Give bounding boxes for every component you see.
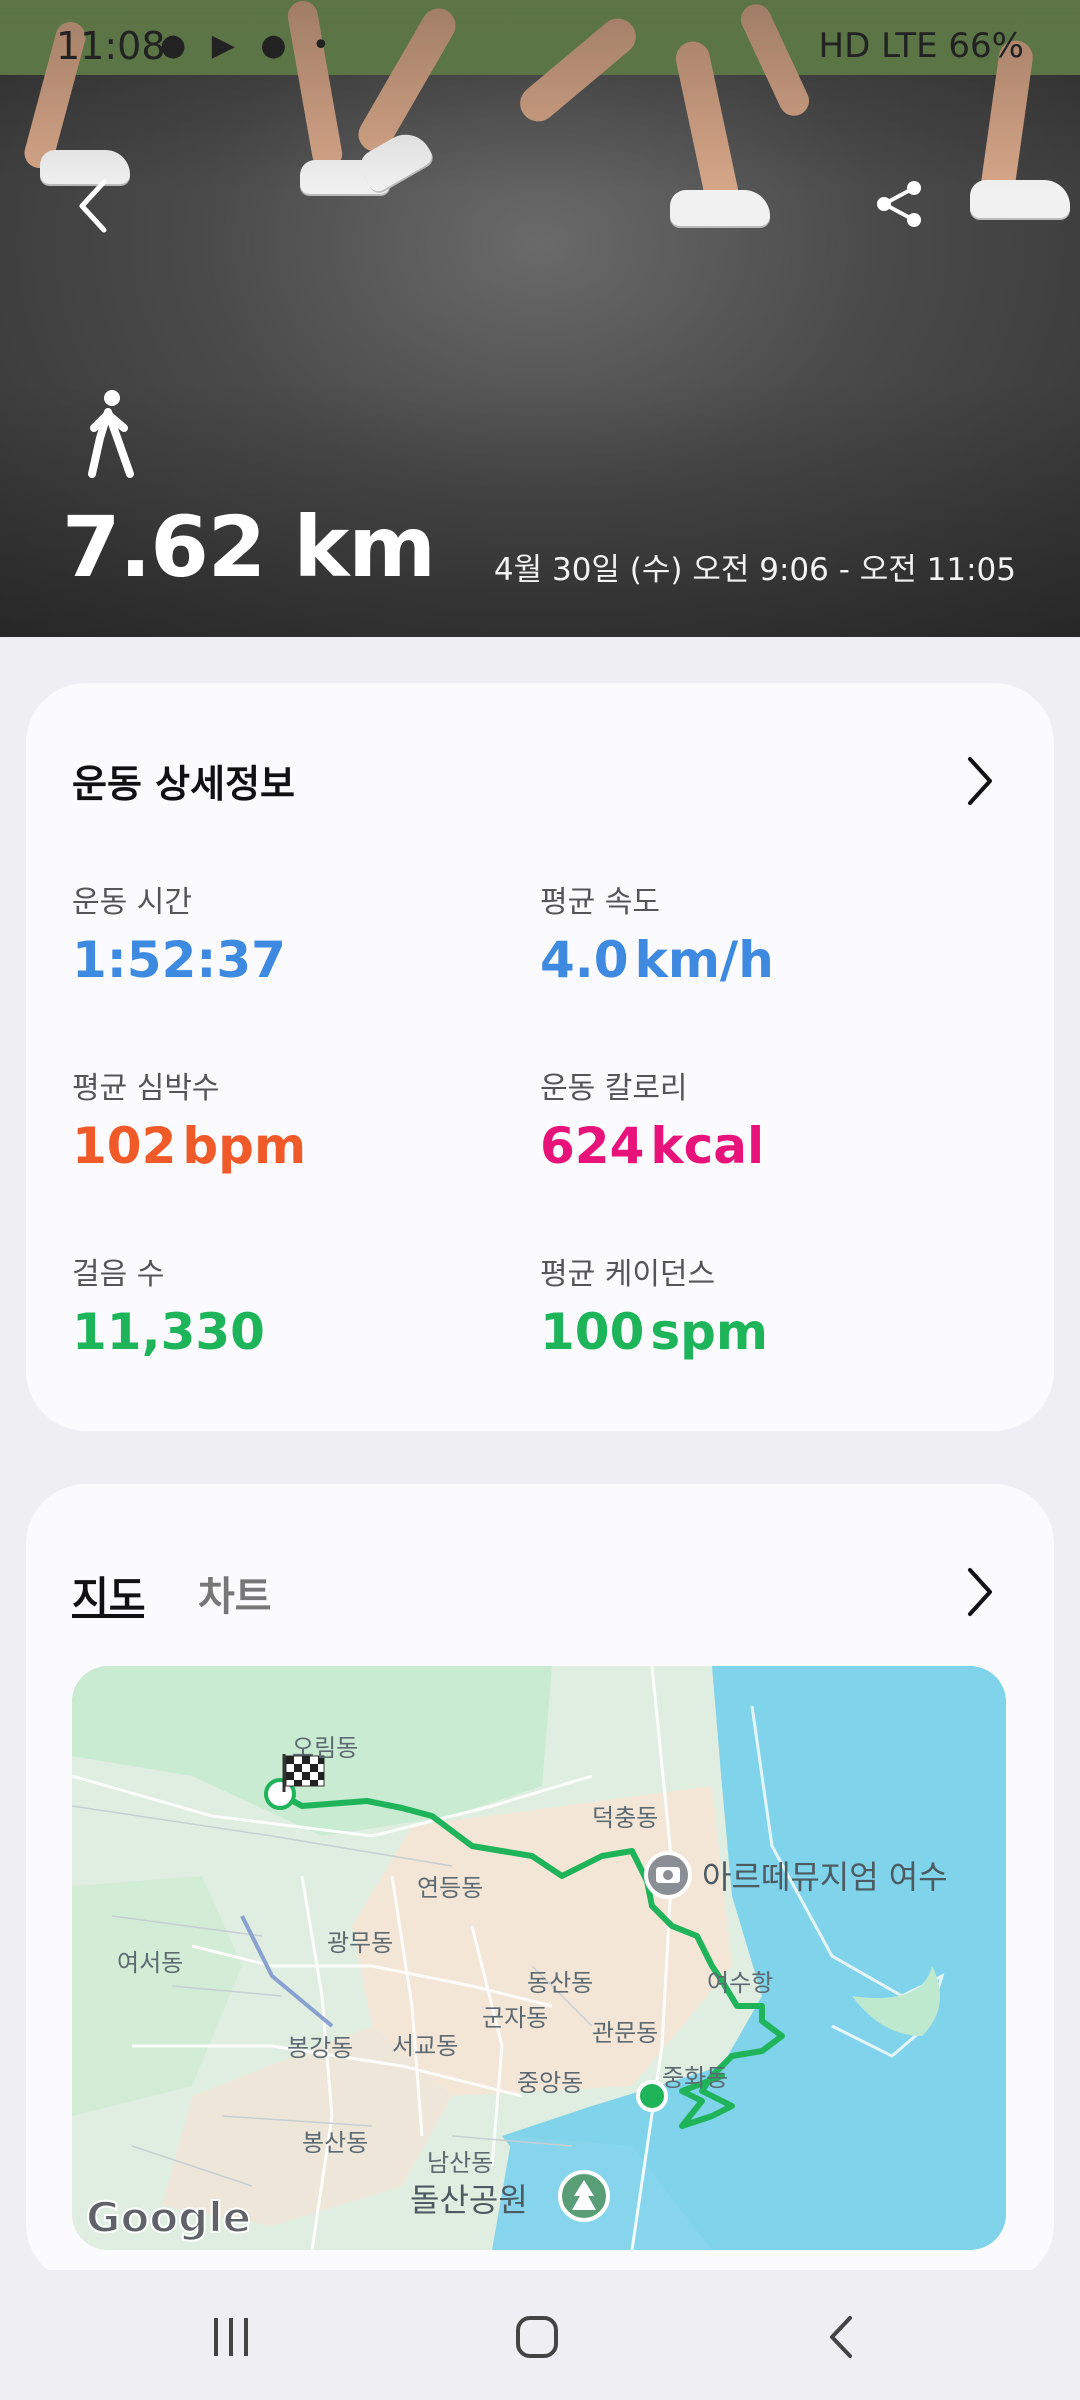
svg-text:연등동: 연등동	[417, 1874, 483, 1902]
tab-underline	[72, 1614, 144, 1618]
tab-chart[interactable]: 차트	[198, 1564, 272, 1622]
svg-text:동산동: 동산동	[527, 1969, 593, 1997]
stat-value: 624	[540, 1117, 645, 1175]
stat-unit: kcal	[650, 1117, 765, 1175]
stat-unit: bpm	[182, 1117, 307, 1175]
stat-label: 평균 심박수	[72, 1071, 220, 1106]
svg-text:Google: Google	[86, 2193, 251, 2242]
stat-label: 평균 케이던스	[540, 1257, 716, 1292]
stat-value: 100	[540, 1303, 645, 1361]
home-icon	[516, 2316, 558, 2358]
stat-unit: spm	[650, 1303, 769, 1361]
chevron-left-icon	[79, 179, 107, 233]
route-map[interactable]: 오림동 덕충동 연등동 광무동 여서동 동산동 여수항 군자동 관문동 봉강동 …	[72, 1666, 1006, 2250]
svg-text:아르떼뮤지엄 여수: 아르떼뮤지엄 여수	[702, 1858, 948, 1896]
stat-value-wrap: 624 kcal	[540, 1117, 764, 1175]
svg-text:중앙동: 중앙동	[517, 2069, 583, 2097]
svg-text:서교동: 서교동	[392, 2032, 458, 2060]
svg-text:봉강동: 봉강동	[287, 2034, 353, 2062]
svg-text:여수항: 여수항	[707, 1969, 773, 1997]
status-time: 11:08	[56, 24, 166, 68]
stat-avg-cadence: 평균 케이던스 100 spm	[540, 1249, 768, 1361]
details-title: 운동 상세정보	[72, 762, 295, 806]
stat-value: 11,330	[72, 1303, 265, 1361]
walking-icon	[78, 388, 148, 478]
share-button[interactable]	[872, 176, 928, 232]
back-icon	[830, 2316, 852, 2358]
stat-unit: km/h	[634, 931, 774, 989]
stat-label: 운동 시간	[72, 885, 192, 920]
stat-label: 걸음 수	[72, 1257, 165, 1292]
recent-apps-button[interactable]	[206, 2312, 256, 2366]
back-button[interactable]	[70, 176, 120, 236]
stat-calories: 운동 칼로리 624 kcal	[540, 1063, 764, 1175]
stat-value-wrap: 1:52:37	[72, 931, 292, 989]
stat-label: 운동 칼로리	[540, 1071, 688, 1106]
svg-text:광무동: 광무동	[327, 1929, 393, 1957]
stat-value-wrap: 11,330	[72, 1303, 271, 1361]
svg-text:봉산동: 봉산동	[302, 2129, 368, 2157]
stat-avg-speed: 평균 속도 4.0 km/h	[540, 877, 774, 989]
svg-text:덕충동: 덕충동	[592, 1804, 658, 1832]
stat-label: 평균 속도	[540, 885, 660, 920]
share-icon	[877, 181, 921, 227]
svg-text:돌산공원: 돌산공원	[410, 2181, 528, 2219]
svg-text:여서동: 여서동	[117, 1949, 183, 1977]
recents-icon	[214, 2318, 248, 2356]
details-more-button[interactable]	[960, 751, 1000, 811]
home-button[interactable]	[512, 2312, 562, 2366]
svg-text:오림동: 오림동	[292, 1734, 358, 1762]
back-nav-button[interactable]	[818, 2312, 868, 2366]
map-more-button[interactable]	[960, 1562, 1000, 1622]
svg-text:중화동: 중화동	[662, 2064, 728, 2092]
status-bar: 11:08 ● ▶ ● • HD LTE 66%	[0, 0, 1080, 96]
svg-text:남산동: 남산동	[427, 2149, 493, 2177]
svg-text:군자동: 군자동	[482, 2004, 548, 2032]
workout-details-card: 운동 상세정보 운동 시간 1:52:37 평균 속도 4.0 km/h 평균 …	[26, 683, 1054, 1431]
date-range: 4월 30일 (수) 오전 9:06 - 오전 11:05	[493, 552, 1016, 588]
notification-icons: ● ▶ ● •	[160, 28, 338, 63]
stat-value-wrap: 4.0 km/h	[540, 931, 774, 989]
status-right: HD LTE 66%	[818, 26, 1024, 66]
stat-value: 4.0	[540, 931, 629, 989]
stat-value: 1:52:37	[72, 931, 286, 989]
stat-value: 102	[72, 1117, 177, 1175]
chevron-right-icon	[968, 1568, 992, 1616]
svg-text:관문동: 관문동	[592, 2019, 658, 2047]
total-distance: 7.62 km	[62, 498, 436, 596]
stat-value-wrap: 102 bpm	[72, 1117, 306, 1175]
navigation-bar	[0, 2270, 1080, 2400]
stat-duration: 운동 시간 1:52:37	[72, 877, 292, 989]
stat-avg-heart-rate: 평균 심박수 102 bpm	[72, 1063, 306, 1175]
chevron-right-icon	[968, 757, 992, 805]
stat-steps: 걸음 수 11,330	[72, 1249, 271, 1361]
map-card: 지도 차트 오림동 덕충동 연등동 광무동 여서동 동산동 여수항 군자동 관문…	[26, 1484, 1054, 2284]
stat-value-wrap: 100 spm	[540, 1303, 768, 1361]
